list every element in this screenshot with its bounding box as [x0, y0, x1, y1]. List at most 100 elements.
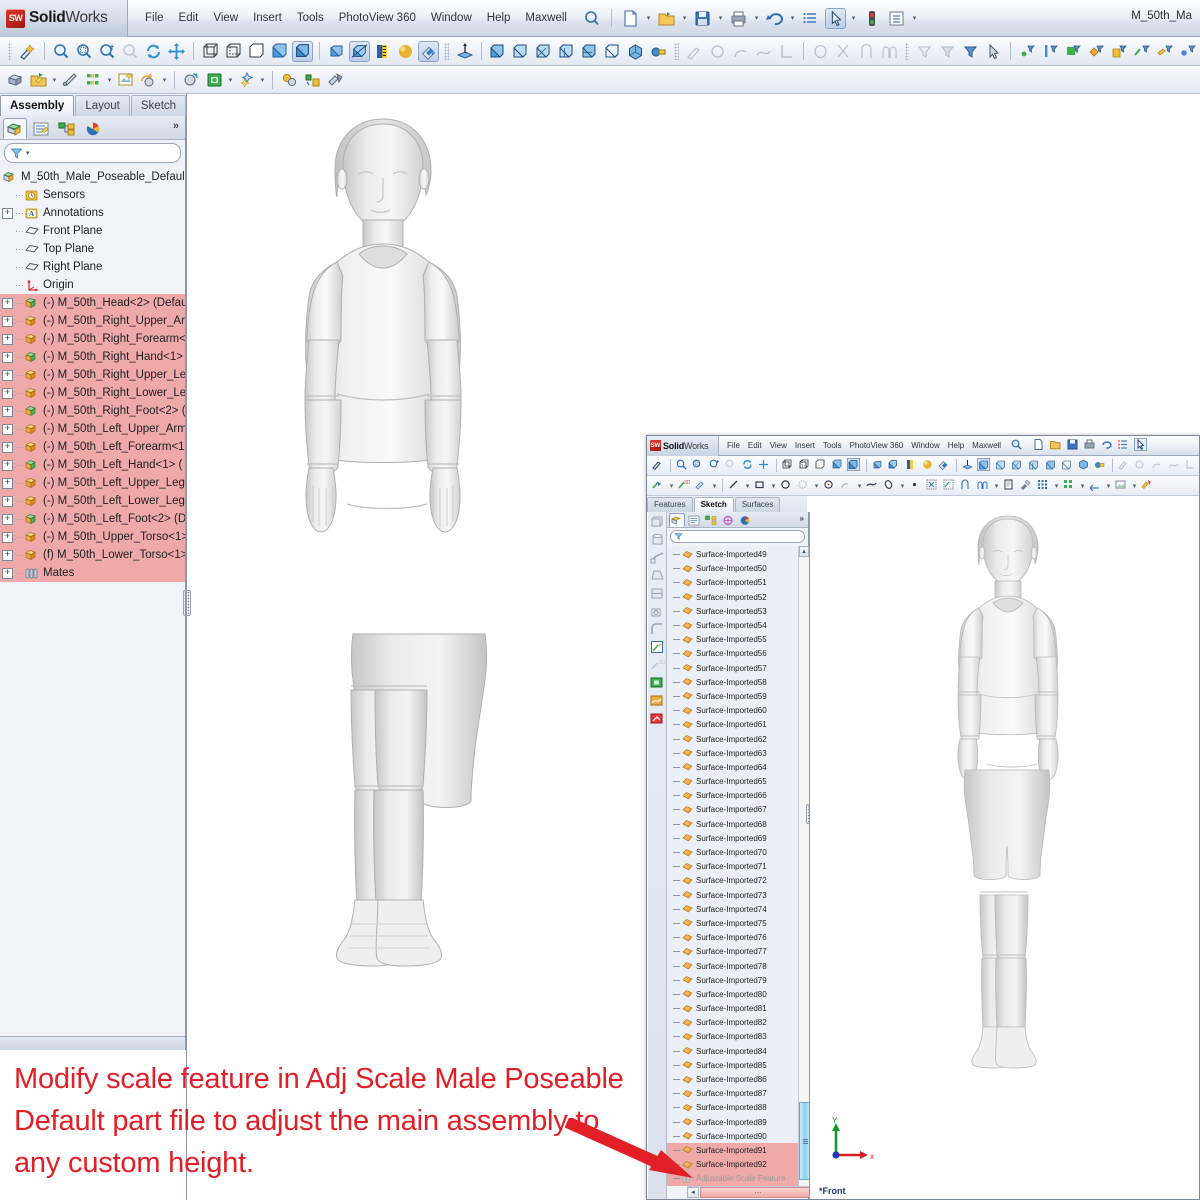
rail-revolved-boss-icon[interactable]	[649, 531, 666, 548]
tree-expand-icon[interactable]: +	[2, 568, 13, 579]
options-dropdown-icon[interactable]: ▾	[910, 8, 919, 28]
inset-zoom-in-out-icon[interactable]	[708, 458, 723, 473]
inset-move-dropdown-icon[interactable]: ▾	[1104, 479, 1113, 493]
tree-expand-icon[interactable]: +	[2, 442, 13, 453]
inset-offset-entities-icon[interactable]	[959, 478, 974, 493]
tree-item-m-50th-right-forearm[interactable]: +⋯(-) M_50th_Right_Forearm<	[0, 330, 185, 348]
open-dropdown-icon[interactable]: ▾	[680, 8, 689, 28]
inset-bottom-view-icon[interactable]	[1060, 458, 1075, 473]
inset-rebuild-icon[interactable]	[1117, 438, 1132, 453]
filter-icon[interactable]	[914, 41, 935, 62]
inset-tree-item[interactable]: Surface-Imported53	[667, 604, 798, 618]
display-manager-icon[interactable]	[81, 118, 105, 139]
motion-study-dropdown-icon[interactable]: ▾	[258, 70, 267, 90]
inset-tab-sketch[interactable]: Sketch	[694, 497, 734, 512]
inset-picture-dropdown-icon[interactable]: ▾	[1130, 479, 1139, 493]
inset-tree-item[interactable]: Surface-Imported64	[667, 760, 798, 774]
front-view-icon[interactable]	[487, 41, 508, 62]
inset-sketch-toolbar[interactable]: ▾ 3D ▾ ▾ ▾ ▾ ▾ ▾ ▾ ▾	[647, 476, 1199, 496]
new-motion-study-icon[interactable]	[236, 69, 257, 90]
feature-tree[interactable]: M_50th_Male_Poseable_Default⋯Sensors+⋯AA…	[0, 166, 185, 1036]
inset-configuration-manager-icon[interactable]	[703, 513, 719, 527]
inset-tree-item[interactable]: Surface-Imported60	[667, 704, 798, 718]
normal-to-icon[interactable]	[454, 41, 475, 62]
inset-isometric-view-icon[interactable]	[1077, 458, 1092, 473]
inset-tree-vertical-scrollbar[interactable]: ▲	[798, 546, 809, 1186]
inset-repair-sketch-icon[interactable]	[1019, 478, 1034, 493]
filter-dimensions-icon[interactable]	[1155, 41, 1176, 62]
sketch-offset-icon[interactable]	[856, 41, 877, 62]
inset-front-view-icon[interactable]	[977, 458, 992, 473]
bill-of-materials-icon[interactable]	[279, 69, 300, 90]
inset-tree-item[interactable]: Surface-Imported74	[667, 902, 798, 916]
rail-lofted-boss-icon[interactable]	[649, 567, 666, 584]
inset-tree-item[interactable]: Surface-Imported88	[667, 1101, 798, 1115]
menu-tools[interactable]: Tools	[297, 12, 324, 24]
inset-3d-sketch-icon[interactable]: 3D	[677, 478, 692, 493]
tree-expand-icon[interactable]: +	[2, 424, 13, 435]
inset-tree-item[interactable]: Surface-Imported61	[667, 718, 798, 732]
inset-shaded-with-edges-icon[interactable]	[847, 458, 862, 473]
left-view-icon[interactable]	[533, 41, 554, 62]
inset-tree-item[interactable]: Surface-Imported77	[667, 945, 798, 959]
graphics-splitter[interactable]	[186, 94, 187, 1200]
inset-right-view-icon[interactable]	[1027, 458, 1042, 473]
inset-dimension-dropdown-icon[interactable]: ▾	[710, 479, 719, 493]
tree-item-m-50th-right-lower-leg[interactable]: +⋯(-) M_50th_Right_Lower_Leg	[0, 384, 185, 402]
select-wand-icon[interactable]	[17, 41, 38, 62]
pan-icon[interactable]	[166, 41, 187, 62]
tree-item-m-50th-right-upper-leg[interactable]: +⋯(-) M_50th_Right_Upper_Leg	[0, 366, 185, 384]
inset-tree-item[interactable]: Surface-Imported67	[667, 803, 798, 817]
open-folder-icon[interactable]	[656, 8, 677, 29]
inset-smart-dimension-icon[interactable]	[694, 478, 709, 493]
tree-item-m-50th-right-upper-arm[interactable]: +⋯(-) M_50th_Right_Upper_Arm	[0, 312, 185, 330]
scroll-up-arrow-icon[interactable]: ▲	[799, 546, 809, 557]
rebuild-icon[interactable]	[800, 8, 821, 29]
inset-tree-item[interactable]: Surface-Imported52	[667, 590, 798, 604]
inset-search-icon[interactable]	[1010, 438, 1025, 453]
inset-sidebar-rail[interactable]: 3D	[648, 512, 667, 1200]
inset-open-folder-icon[interactable]	[1049, 438, 1064, 453]
menu-insert[interactable]: Insert	[253, 12, 282, 24]
rail-boundary-boss-icon[interactable]	[649, 585, 666, 602]
inset-command-tabs[interactable]: Features Sketch Surfaces	[647, 496, 807, 512]
tree-item-m-50th-left-foot-2-d[interactable]: +⋯(-) M_50th_Left_Foot<2> (D	[0, 510, 185, 528]
inset-grid-icon[interactable]	[1036, 478, 1051, 493]
new-doc-dropdown-icon[interactable]: ▾	[644, 8, 653, 28]
edit-component-dropdown-icon[interactable]: ▾	[50, 70, 59, 90]
inset-sketch-arc-icon[interactable]	[1150, 458, 1165, 473]
tree-expand-icon[interactable]: +	[2, 460, 13, 471]
inset-zoom-to-area-icon[interactable]	[691, 458, 706, 473]
inset-tree-item[interactable]: Surface-Imported82	[667, 1016, 798, 1030]
inset-menu-help[interactable]: Help	[948, 441, 964, 450]
rail-extruded-cut-icon[interactable]	[649, 603, 666, 620]
inset-dimxpert-icon[interactable]	[720, 513, 736, 527]
rail-extruded-boss-icon[interactable]	[649, 513, 666, 530]
inset-rotate-view-icon[interactable]	[741, 458, 756, 473]
inset-zoom-to-fit-icon[interactable]	[675, 458, 690, 473]
inset-sketch-dropdown-icon[interactable]: ▾	[667, 479, 676, 493]
rotate-view-icon[interactable]	[143, 41, 164, 62]
inset-print-icon[interactable]	[1083, 438, 1098, 453]
traffic-light-icon[interactable]	[861, 8, 882, 29]
menu-window[interactable]: Window	[431, 12, 472, 24]
inset-section-view-icon[interactable]	[887, 458, 902, 473]
inset-shaded-icon[interactable]	[831, 458, 846, 473]
quick-access-toolbar[interactable]: ▾ ▾ ▾ ▾ ▾ ▾ ▾	[581, 8, 919, 29]
inset-convert-entities-icon[interactable]	[942, 478, 957, 493]
inset-curvature-icon[interactable]	[904, 458, 919, 473]
inset-tree-item[interactable]: Surface-Imported59	[667, 689, 798, 703]
select-arrow-icon[interactable]	[825, 8, 846, 29]
tree-item-m-50th-right-hand-1[interactable]: +⋯(-) M_50th_Right_Hand<1>	[0, 348, 185, 366]
inset-menu-file[interactable]: File	[727, 441, 740, 450]
inset-view-orientation-icon[interactable]	[1093, 458, 1108, 473]
top-view-icon[interactable]	[579, 41, 600, 62]
inset-tree-item[interactable]: Surface-Imported75	[667, 916, 798, 930]
exploded-view-icon[interactable]	[302, 69, 323, 90]
inset-tree-item[interactable]: Surface-Imported72	[667, 874, 798, 888]
inset-tree-item[interactable]: Surface-Imported70	[667, 845, 798, 859]
insert-components-icon[interactable]	[5, 69, 26, 90]
hscrollbar-thumb[interactable]: ⋯	[700, 1187, 816, 1198]
tab-assembly[interactable]: Assembly	[0, 95, 74, 116]
inset-mannequin-3d-model[interactable]	[810, 512, 1200, 1200]
